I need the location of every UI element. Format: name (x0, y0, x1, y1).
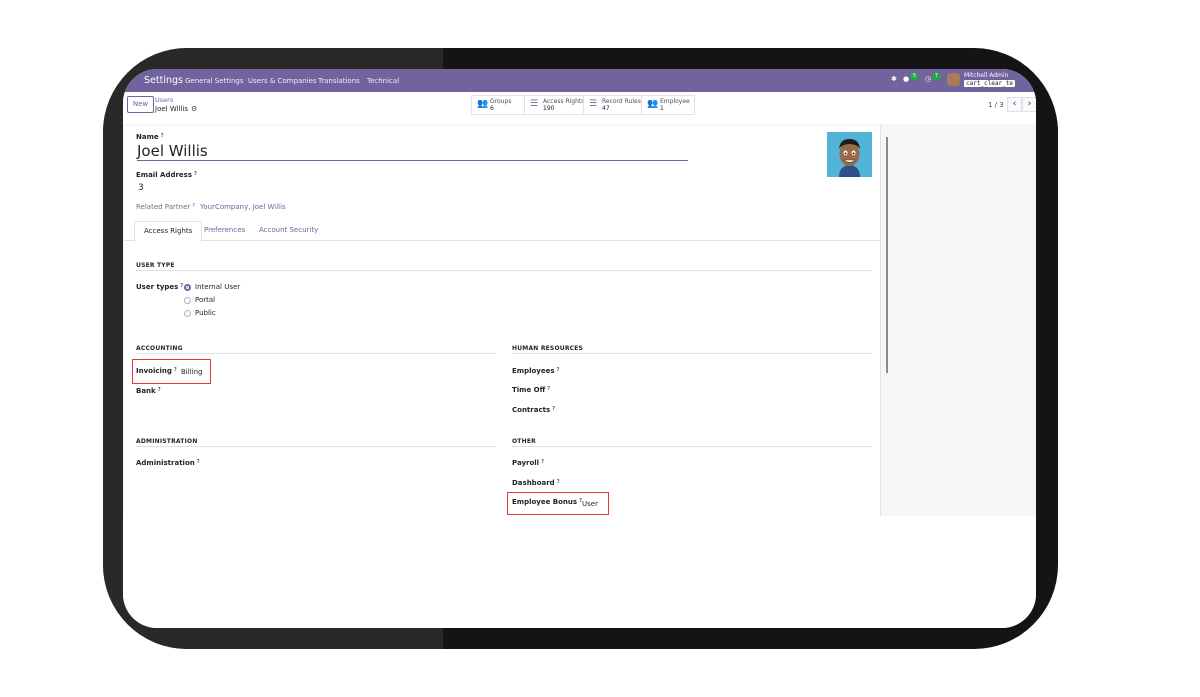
avatar[interactable] (947, 73, 960, 86)
name-label: Name? (136, 133, 164, 141)
users-icon: 👥 (477, 99, 489, 109)
stat-label: Groups (490, 98, 512, 105)
highlight-box (507, 492, 609, 515)
clock-icon[interactable]: ◷ (925, 75, 931, 83)
app-brand[interactable]: Settings (144, 75, 183, 86)
stat-label: Record Rules (602, 98, 641, 105)
name-field[interactable]: Joel Willis (137, 142, 208, 160)
breadcrumb-users[interactable]: Users (155, 96, 173, 104)
administration-label: Administration? (136, 459, 200, 467)
radio-portal[interactable] (184, 297, 191, 304)
app-window: Settings General Settings Users & Compan… (123, 69, 1036, 628)
payroll-label: Payroll? (512, 459, 544, 467)
section-human-resources: HUMAN RESOURCES (512, 345, 584, 352)
radio-internal-user[interactable] (184, 284, 191, 291)
scrollbar[interactable] (886, 137, 888, 373)
dashboard-label: Dashboard? (512, 479, 560, 487)
bank-label: Bank? (136, 387, 161, 395)
tab-account-security[interactable]: Account Security (250, 221, 327, 240)
tabs-divider (124, 240, 880, 241)
section-divider (512, 353, 872, 354)
menu-general-settings[interactable]: General Settings (185, 77, 244, 85)
control-panel: New Users Joel Willis ⚙ 👥 Groups 6 ☰ Acc… (123, 92, 1036, 125)
section-administration: ADMINISTRATION (136, 438, 198, 445)
stat-value: 190 (543, 105, 555, 112)
section-accounting: ACCOUNTING (136, 345, 183, 352)
chevron-left-icon[interactable]: ‹ (1007, 97, 1022, 112)
user-name[interactable]: Mitchell Admin (964, 72, 1008, 79)
stat-button-employee[interactable]: 👥 Employee 1 (641, 95, 695, 115)
employees-label: Employees? (512, 367, 560, 375)
section-user-type: USER TYPE (136, 262, 175, 269)
contracts-label: Contracts? (512, 406, 556, 414)
activities-badge: 7 (932, 73, 941, 80)
menu-technical[interactable]: Technical (367, 77, 399, 85)
stat-button-record-rules[interactable]: ☰ Record Rules 47 (583, 95, 643, 115)
list-icon: ☰ (530, 99, 539, 109)
name-field-underline (137, 160, 688, 161)
stat-value: 6 (490, 105, 494, 112)
stat-label: Access Rights (543, 98, 585, 105)
top-navbar: Settings General Settings Users & Compan… (123, 69, 1036, 92)
radio-label-public[interactable]: Public (195, 309, 216, 317)
stat-label: Employee (660, 98, 690, 105)
stat-value: 47 (602, 105, 610, 112)
radio-public[interactable] (184, 310, 191, 317)
menu-translations[interactable]: Translations (318, 77, 360, 85)
stat-button-access-rights[interactable]: ☰ Access Rights 190 (524, 95, 585, 115)
email-label: Email Address? (136, 171, 197, 179)
section-divider (136, 353, 496, 354)
gear-icon[interactable]: ⚙ (191, 105, 197, 113)
highlight-box (132, 359, 211, 384)
messages-badge: 5 (910, 73, 919, 80)
section-other: OTHER (512, 438, 536, 445)
section-divider (512, 446, 872, 447)
section-divider (136, 270, 872, 271)
related-partner-link[interactable]: YourCompany, Joel Willis (200, 203, 286, 211)
blank-area (123, 516, 1036, 628)
menu-users-companies[interactable]: Users & Companies (248, 77, 317, 85)
stat-value: 1 (660, 105, 664, 112)
chat-icon[interactable]: ● (903, 75, 909, 83)
related-partner-label: Related Partner? (136, 203, 195, 211)
user-types-label: User types? (136, 283, 184, 291)
breadcrumb-current: Joel Willis (155, 105, 189, 113)
pager-value[interactable]: 1 / 3 (988, 101, 1004, 109)
bug-icon[interactable]: ✱ (891, 75, 897, 83)
chevron-right-icon[interactable]: › (1022, 97, 1036, 112)
radio-label-portal[interactable]: Portal (195, 296, 215, 304)
database-name: cart_clear_te (964, 80, 1015, 87)
users-icon: 👥 (647, 99, 659, 109)
form-sheet (124, 126, 881, 516)
section-divider (136, 446, 496, 447)
new-button[interactable]: New (127, 96, 154, 113)
list-icon: ☰ (589, 99, 598, 109)
stat-button-groups[interactable]: 👥 Groups 6 (471, 95, 526, 115)
radio-label-internal-user[interactable]: Internal User (195, 283, 240, 291)
tab-preferences[interactable]: Preferences (195, 221, 254, 240)
tab-access-rights[interactable]: Access Rights (134, 221, 203, 243)
email-field[interactable]: 3 (138, 183, 144, 193)
time-off-label: Time Off? (512, 386, 551, 394)
user-photo[interactable] (827, 132, 872, 177)
